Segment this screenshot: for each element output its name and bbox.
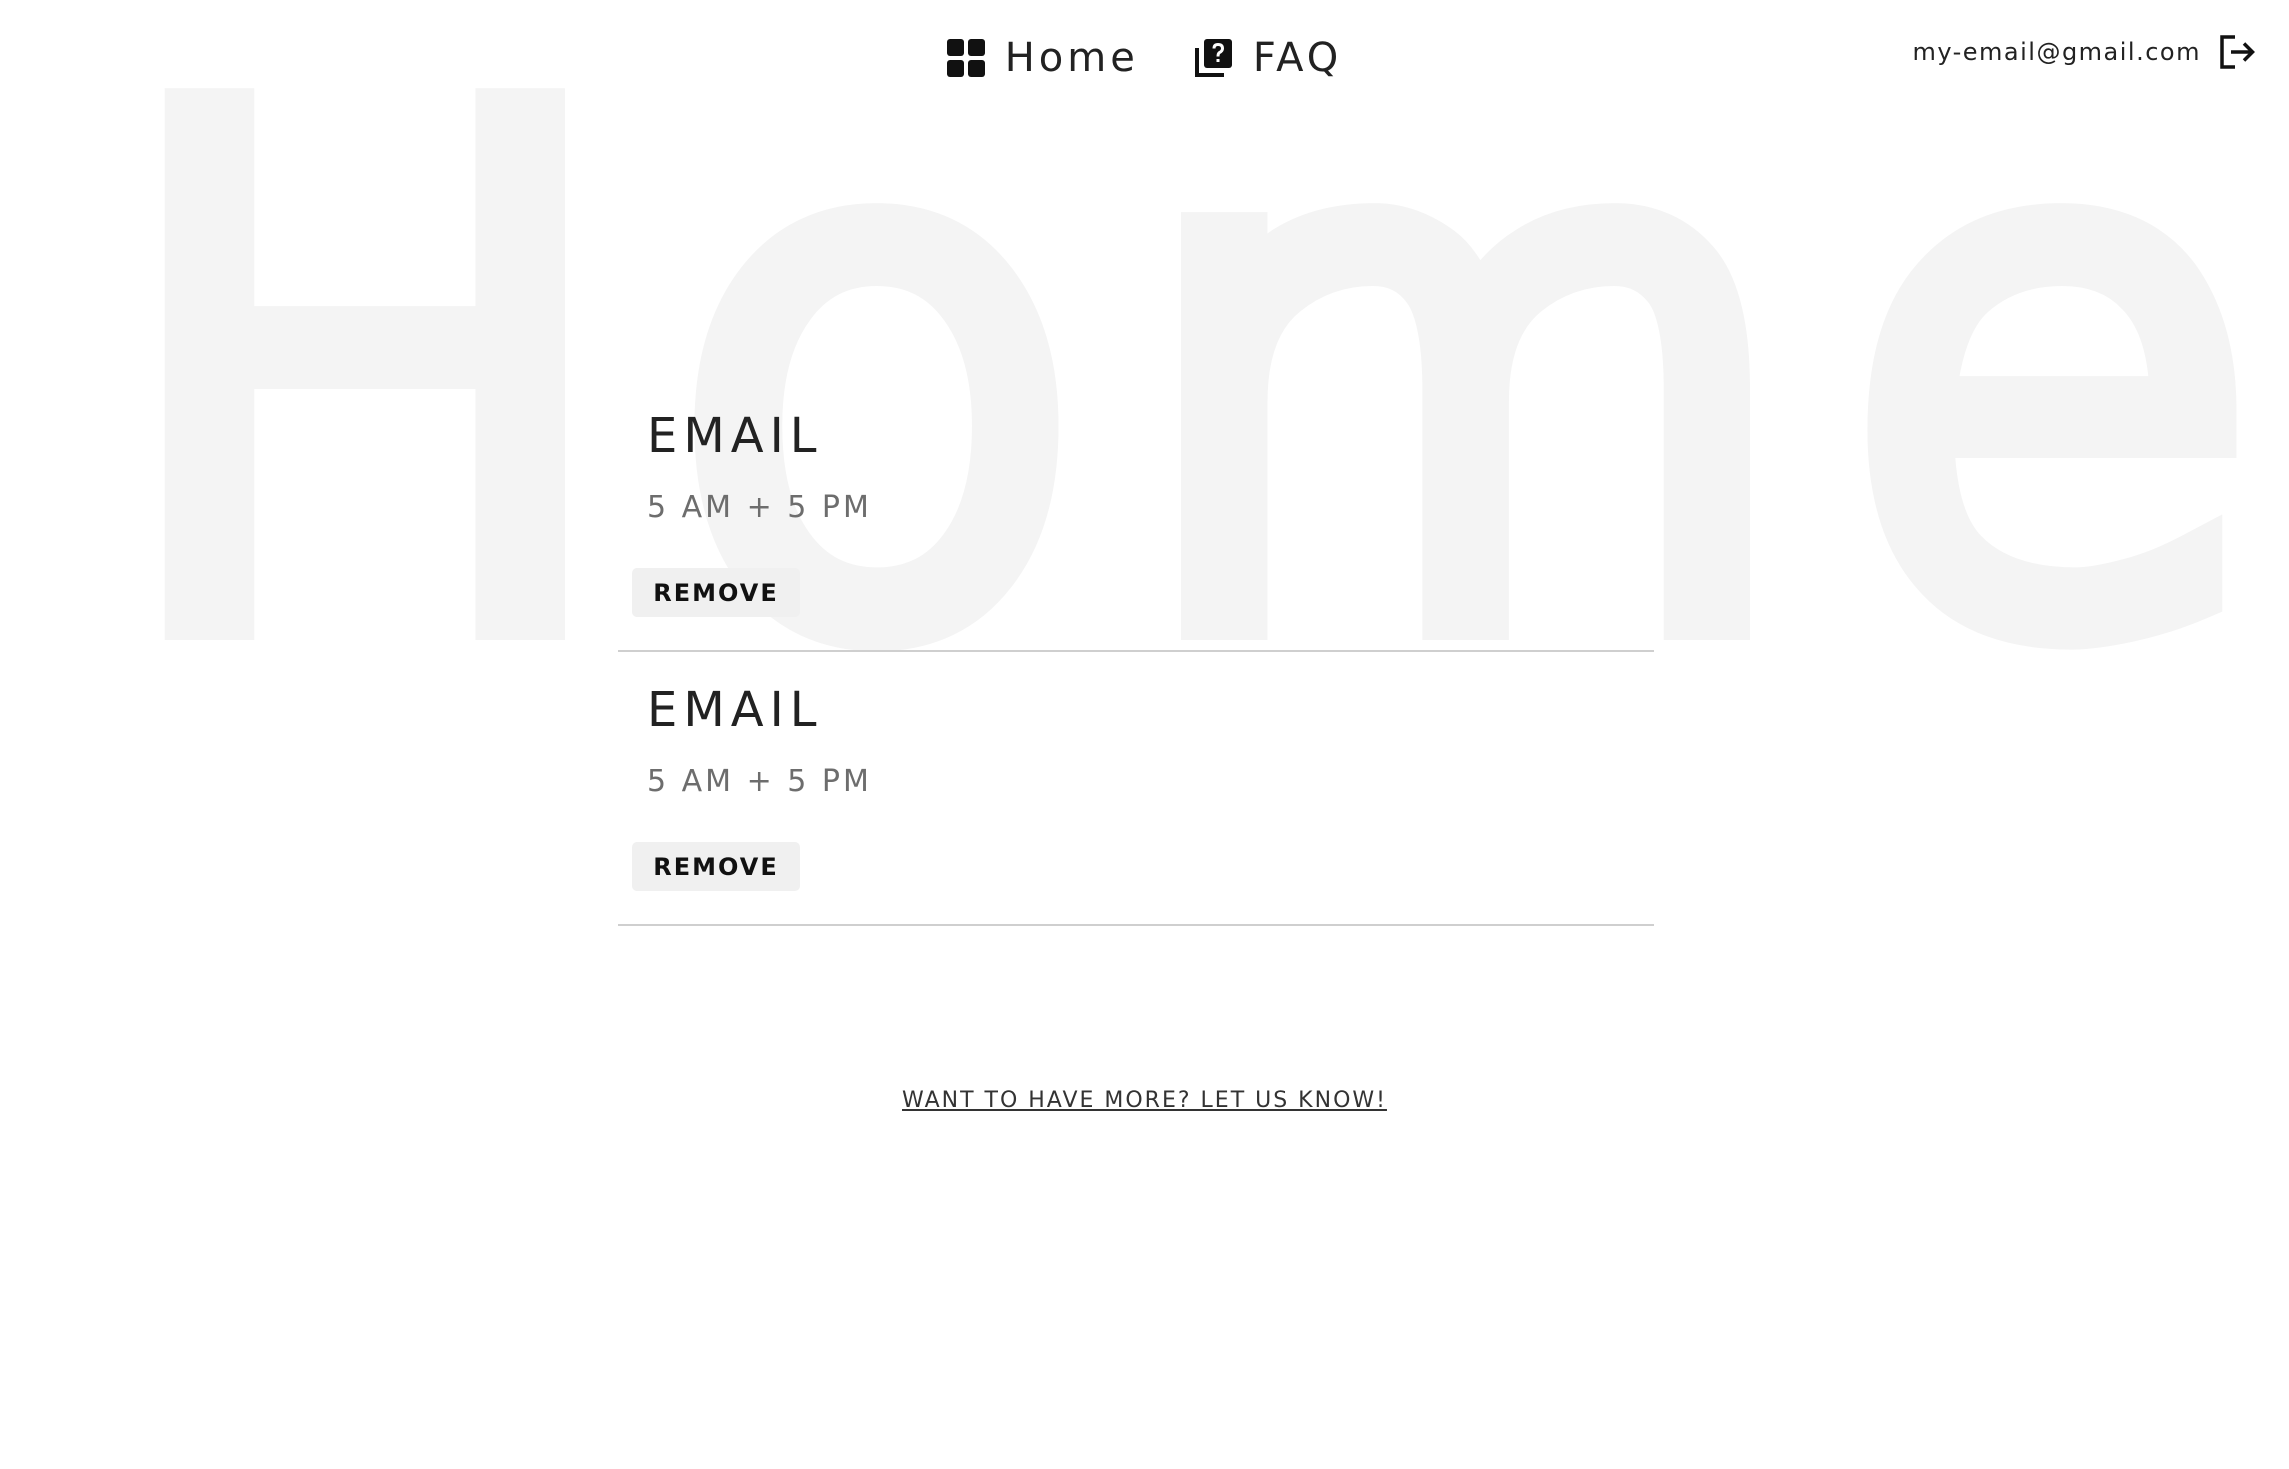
remove-button[interactable]: REMOVE bbox=[632, 568, 800, 617]
subscription-title: EMAIL bbox=[647, 682, 823, 738]
dashboard-icon bbox=[946, 39, 985, 77]
subscription-list: EMAIL 5 AM + 5 PM REMOVE EMAIL 5 AM + 5 … bbox=[618, 378, 1654, 926]
feedback-link[interactable]: WANT TO HAVE MORE? LET US KNOW! bbox=[902, 1088, 1387, 1113]
user-email: my-email@gmail.com bbox=[1912, 38, 2201, 66]
nav-item-faq[interactable]: FAQ bbox=[1194, 35, 1343, 81]
subscription-schedule: 5 AM + 5 PM bbox=[647, 490, 872, 525]
account-area: my-email@gmail.com bbox=[1912, 34, 2257, 70]
remove-button[interactable]: REMOVE bbox=[632, 842, 800, 891]
feedback-area: WANT TO HAVE MORE? LET US KNOW! bbox=[0, 1088, 2289, 1113]
nav-item-home-label: Home bbox=[1004, 35, 1139, 81]
subscription-card: EMAIL 5 AM + 5 PM REMOVE bbox=[618, 378, 1654, 652]
nav-item-home[interactable]: Home bbox=[946, 35, 1139, 81]
logout-button[interactable] bbox=[2219, 34, 2257, 70]
subscription-card: EMAIL 5 AM + 5 PM REMOVE bbox=[618, 652, 1654, 926]
logout-icon bbox=[2220, 35, 2255, 69]
faq-icon bbox=[1194, 39, 1232, 77]
subscription-title: EMAIL bbox=[647, 408, 823, 464]
nav-item-faq-label: FAQ bbox=[1252, 35, 1343, 81]
subscription-schedule: 5 AM + 5 PM bbox=[647, 764, 872, 799]
